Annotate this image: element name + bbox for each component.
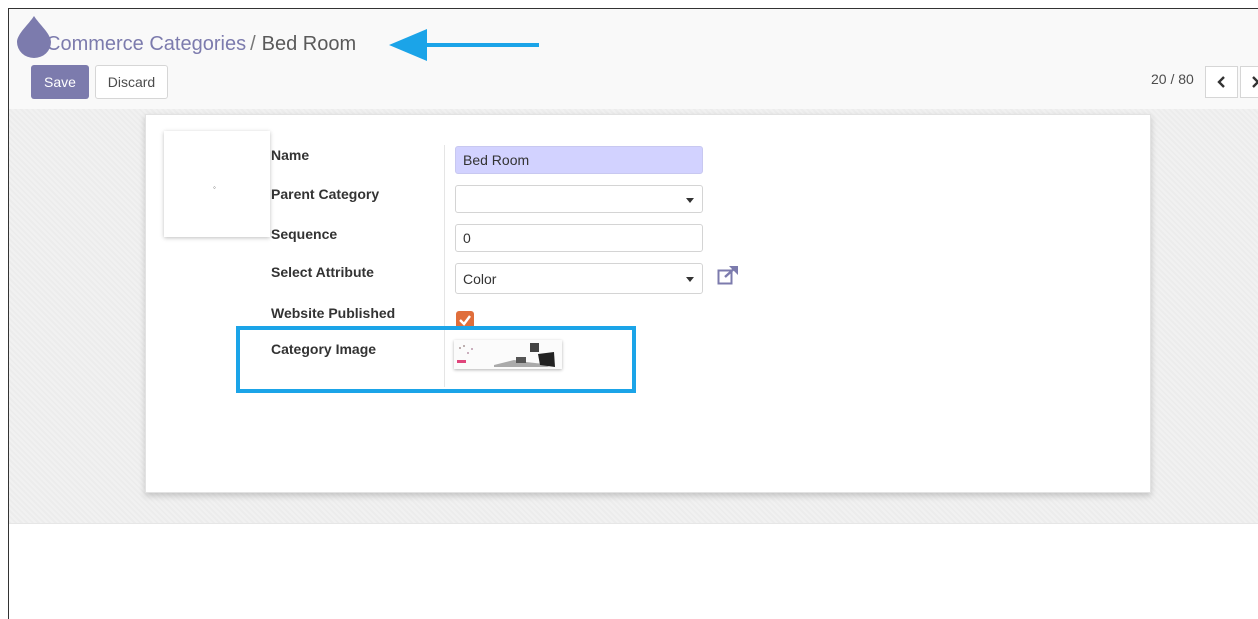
parent-category-select[interactable]: [455, 185, 703, 213]
pager-previous-button[interactable]: [1205, 66, 1238, 98]
external-link-icon[interactable]: [717, 265, 739, 285]
discard-button[interactable]: Discard: [95, 65, 168, 99]
category-image-highlight: [236, 326, 636, 393]
select-attribute-value: Color: [463, 270, 497, 287]
name-input[interactable]: Bed Room: [455, 146, 703, 174]
caret-down-icon: [686, 277, 694, 282]
breadcrumb: Commerce Categories / Bed Room: [46, 33, 356, 56]
arrow-left-icon: [389, 29, 539, 61]
pager-next-button[interactable]: [1240, 66, 1258, 98]
breadcrumb-parent-link[interactable]: Commerce Categories: [46, 33, 246, 55]
select-attribute-label: Select Attribute: [271, 264, 374, 280]
breadcrumb-current: Bed Room: [261, 33, 357, 55]
thumbnail-placeholder-icon: ◦: [213, 183, 216, 192]
divider: [9, 523, 1258, 524]
parent-category-label: Parent Category: [271, 186, 380, 202]
control-panel: [9, 9, 1258, 109]
chevron-right-icon: [1252, 76, 1258, 88]
name-label: Name: [271, 147, 310, 163]
breadcrumb-separator: /: [250, 33, 256, 55]
sequence-label: Sequence: [271, 226, 338, 242]
category-thumbnail[interactable]: [164, 131, 270, 237]
save-button[interactable]: Save: [31, 65, 89, 99]
website-published-label: Website Published: [271, 305, 396, 321]
sequence-input[interactable]: 0: [455, 224, 703, 252]
chevron-left-icon: [1216, 76, 1225, 88]
caret-down-icon: [686, 198, 694, 203]
pager-value: 20 / 80: [1151, 71, 1194, 87]
select-attribute-select[interactable]: Color: [455, 263, 703, 294]
